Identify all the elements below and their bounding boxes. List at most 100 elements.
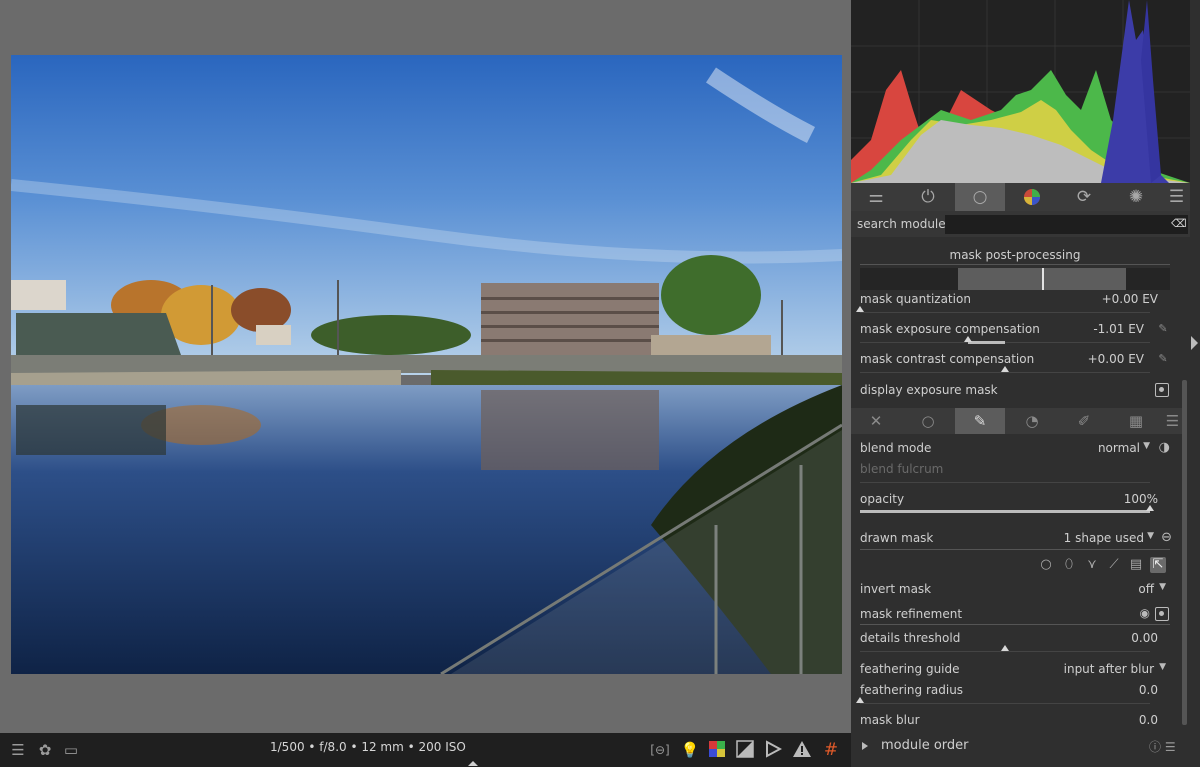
mask-quantization-slider[interactable] [856, 306, 1150, 314]
mask-exposure-compensation-label: mask exposure compensation [860, 322, 1040, 336]
color-icon[interactable] [1007, 183, 1057, 211]
mask-range-bar[interactable] [860, 268, 1170, 290]
display-icon[interactable]: ▭ [61, 740, 81, 760]
path-shape-icon[interactable]: ⋎ [1084, 557, 1100, 573]
mask-contrast-compensation-slider[interactable] [860, 366, 1150, 374]
details-threshold-value: 0.00 [1131, 631, 1158, 645]
mask-quantization-value: +0.00 EV [1101, 292, 1158, 306]
slider-track [860, 703, 1150, 704]
gamut-check-icon[interactable] [763, 740, 783, 760]
slider-track [860, 372, 1150, 373]
bottom-panel-toggle-icon[interactable] [468, 761, 478, 766]
blend-fulcrum-label: blend fulcrum [860, 462, 944, 476]
mask-post-processing-title: mask post-processing [949, 248, 1081, 262]
opacity-slider[interactable] [860, 505, 1154, 513]
invert-mask-value: off [1138, 582, 1154, 596]
focus-peaking-icon[interactable]: [⊖] [650, 740, 670, 760]
mask-contrast-compensation-label: mask contrast compensation [860, 352, 1035, 366]
display-mask-toggle-icon[interactable] [1155, 607, 1169, 621]
parametric-icon[interactable]: ◔ [1007, 408, 1057, 434]
search-input[interactable] [945, 215, 1188, 234]
feathering-guide-label: feathering guide [860, 662, 960, 676]
feathering-radius-slider[interactable] [856, 697, 1150, 705]
dropdown-arrow-icon[interactable]: ▼ [1159, 662, 1166, 672]
raster-icon[interactable]: ▦ [1111, 408, 1161, 434]
menu-icon[interactable]: ☰ [8, 740, 28, 760]
warning-icon[interactable] [792, 740, 812, 760]
slider-fill [860, 510, 1150, 513]
dropdown-arrow-icon[interactable]: ▼ [1159, 582, 1166, 592]
brush-shape-icon[interactable]: ⟋ [1106, 557, 1122, 573]
pointer-tool-icon[interactable]: ⇱ [1150, 557, 1166, 573]
mask-contrast-compensation-value: +0.00 EV [1087, 352, 1144, 366]
clear-search-icon[interactable]: ⌫ [1171, 217, 1187, 230]
color-picker-icon[interactable]: ✎ [1156, 322, 1170, 336]
eye-icon[interactable]: ◉ [1140, 606, 1150, 620]
lightbulb-icon[interactable]: 💡 [680, 740, 700, 760]
display-mask-toggle-icon[interactable] [1155, 383, 1169, 397]
section-divider [860, 264, 1170, 265]
mask-exposure-compensation-slider[interactable] [860, 336, 1150, 344]
drawn-parametric-icon[interactable]: ✐ [1059, 408, 1109, 434]
circle-shape-icon[interactable]: ○ [1038, 557, 1054, 573]
menu-icon[interactable]: ☰ [1163, 183, 1190, 211]
menu-icon[interactable]: ☰ [1163, 408, 1182, 434]
slider-knob[interactable] [856, 306, 864, 312]
panel-scrollbar[interactable] [1182, 380, 1187, 725]
mask-range-marker[interactable] [1042, 268, 1044, 290]
blend-fulcrum-slider [860, 480, 1150, 484]
effect-icon[interactable]: ✺ [1111, 183, 1161, 211]
power-icon[interactable]: ⏻ [903, 183, 953, 211]
slider-knob[interactable] [1146, 505, 1154, 511]
slider-knob[interactable] [856, 697, 864, 703]
ellipse-shape-icon[interactable]: ⬯ [1061, 557, 1077, 573]
color-picker-icon[interactable]: ✎ [1156, 352, 1170, 366]
drawn-mask-icon[interactable]: ✎ [955, 408, 1005, 434]
softproof-icon[interactable] [735, 740, 755, 760]
uniform-icon[interactable]: ○ [903, 408, 953, 434]
color-assessment-icon[interactable] [707, 740, 727, 760]
mask-blur-value: 0.0 [1138, 713, 1158, 727]
presets-icon[interactable]: ⚌ [851, 183, 901, 211]
styles-icon[interactable]: ✿ [35, 740, 55, 760]
right-panel-toggle-icon[interactable] [1191, 336, 1198, 350]
blend-mode-label: blend mode [860, 441, 932, 455]
gradient-shape-icon[interactable]: ▤ [1128, 557, 1144, 573]
feathering-guide-value: input after blur [1063, 662, 1154, 676]
blend-mode-value: normal [1097, 441, 1140, 455]
darkroom-window: ☰ ✿ ▭ 1/500 • f/8.0 • 12 mm • 200 ISO [⊖… [0, 0, 1200, 767]
edit-shapes-icon[interactable]: ⊖ [1161, 530, 1172, 545]
module-group-tabs: ⚌ ⏻ ○ ⟳ ✺ ☰ [851, 183, 1190, 211]
drawn-mask-label: drawn mask [860, 531, 934, 545]
opacity-label: opacity [860, 492, 905, 506]
section-divider [860, 624, 1170, 625]
expand-arrow-icon[interactable] [862, 742, 868, 750]
slider-track [860, 482, 1150, 483]
reverse-blend-icon[interactable]: ◑ [1159, 440, 1170, 455]
slider-knob[interactable] [964, 336, 972, 342]
search-module-row: search module ⌫ [851, 211, 1190, 237]
base-icon[interactable]: ○ [955, 183, 1005, 211]
drawn-mask-value: 1 shape used [1063, 531, 1144, 545]
exif-info: 1/500 • f/8.0 • 12 mm • 200 ISO [270, 740, 466, 754]
histogram[interactable] [851, 0, 1190, 183]
slider-track [860, 312, 1150, 313]
bottom-toolbar: ☰ ✿ ▭ 1/500 • f/8.0 • 12 mm • 200 ISO [⊖… [0, 733, 851, 767]
right-panel: ⚌ ⏻ ○ ⟳ ✺ ☰ search module ⌫ mask post-pr… [851, 0, 1200, 767]
slider-knob[interactable] [1001, 645, 1009, 651]
module-order-section[interactable]: module order ⓘ ☰ [851, 733, 1190, 759]
display-exposure-mask-label: display exposure mask [860, 383, 998, 397]
photo-preview[interactable] [11, 55, 842, 674]
off-icon[interactable]: ✕ [851, 408, 901, 434]
slider-knob[interactable] [1001, 366, 1009, 372]
guides-icon[interactable]: # [821, 740, 841, 760]
correct-icon[interactable]: ⟳ [1059, 183, 1109, 211]
mask-blur-label: mask blur [860, 713, 920, 727]
dropdown-arrow-icon[interactable]: ▼ [1143, 441, 1150, 451]
details-threshold-slider[interactable] [860, 645, 1150, 653]
details-threshold-label: details threshold [860, 631, 961, 645]
dropdown-arrow-icon[interactable]: ▼ [1147, 531, 1154, 541]
invert-mask-label: invert mask [860, 582, 932, 596]
module-order-icons[interactable]: ⓘ ☰ [1149, 738, 1176, 755]
center-view [0, 0, 851, 733]
